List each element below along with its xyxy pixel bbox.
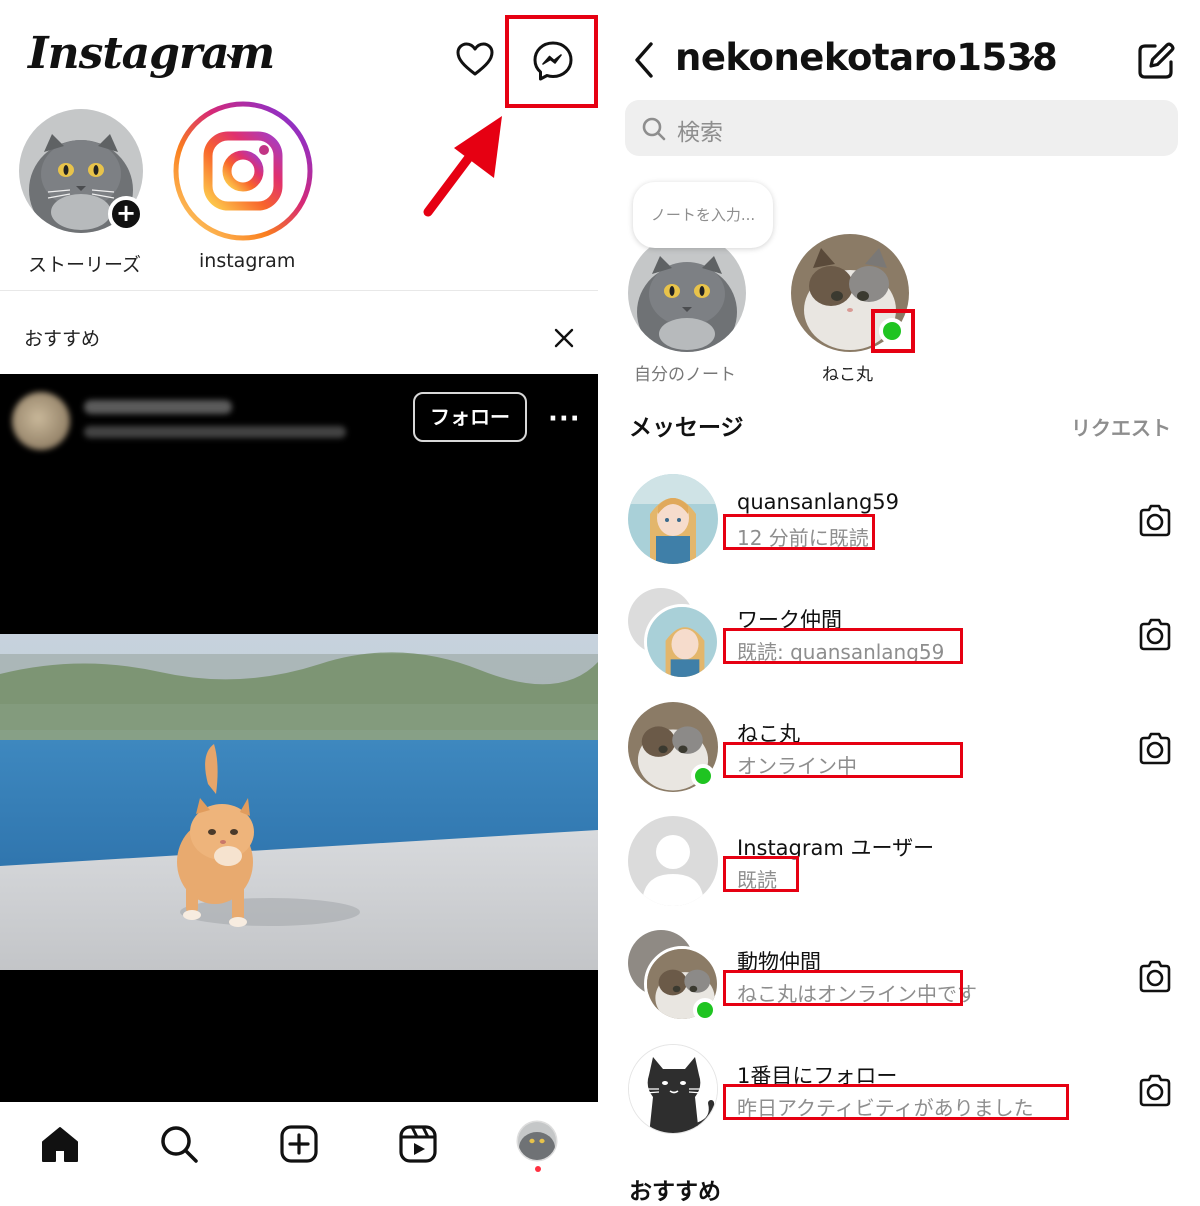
instagram-logo-icon: [173, 101, 313, 241]
recommended-label: おすすめ: [24, 328, 101, 350]
camera-icon[interactable]: [1137, 960, 1173, 994]
add-story-icon[interactable]: +: [108, 196, 144, 232]
post-photo-kitten: [0, 634, 598, 970]
heart-icon[interactable]: [455, 40, 495, 80]
search-input[interactable]: 検索: [625, 100, 1178, 156]
profile-avatar[interactable]: [516, 1120, 558, 1162]
camera-icon[interactable]: [1137, 504, 1173, 538]
thread-row[interactable]: ねこ丸 オンライン中: [603, 690, 1200, 804]
avatar: [628, 816, 718, 906]
gray-cat-photo: [628, 234, 746, 352]
bottom-nav: [0, 1102, 598, 1206]
thread-row[interactable]: quansanlang59 12 分前に既読: [603, 462, 1200, 576]
my-note-label: 自分のノート: [634, 365, 736, 385]
blurred-caption: [84, 426, 346, 438]
requests-link[interactable]: リクエスト: [1071, 412, 1171, 441]
chevron-down-icon[interactable]: [1017, 50, 1037, 70]
blurred-username: [84, 400, 232, 414]
create-post-icon[interactable]: [277, 1122, 321, 1166]
camera-icon[interactable]: [1137, 1074, 1173, 1108]
story-label: instagram: [199, 250, 296, 272]
suggested-heading: おすすめ: [629, 1179, 721, 1205]
home-icon[interactable]: [38, 1122, 82, 1166]
notification-dot: [535, 1166, 541, 1172]
avatar: [628, 1044, 718, 1134]
status-highlight-box: [723, 970, 963, 1006]
direct-messages-screen: nekonekotaro1538 検索 ノートを入力... 自分のノート ねこ丸…: [603, 0, 1200, 1206]
divider: [0, 290, 598, 291]
thread-row[interactable]: ワーク仲間 既読: quansanlang59: [603, 576, 1200, 690]
status-highlight-box: [723, 1084, 1069, 1120]
note-input-bubble[interactable]: ノートを入力...: [633, 182, 773, 248]
feed-post[interactable]: フォロー ···: [0, 374, 598, 1102]
thread-row[interactable]: 動物仲間 ねこ丸はオンライン中です: [603, 918, 1200, 1032]
compose-icon[interactable]: [1135, 40, 1177, 82]
avatar: +: [18, 108, 144, 234]
reels-icon[interactable]: [396, 1122, 440, 1166]
my-note-avatar[interactable]: [628, 234, 746, 352]
close-icon[interactable]: [552, 326, 576, 350]
red-arrow-annotation: [423, 116, 502, 217]
online-indicator-highlight: [871, 309, 915, 353]
anime-girl-avatar: [647, 607, 717, 677]
search-icon: [642, 117, 666, 141]
story-label: ストーリーズ: [28, 254, 142, 276]
search-icon[interactable]: [157, 1122, 201, 1166]
instagram-feed-screen: Instagram + ストーリーズ instagram おすすめ フォロー ·…: [0, 0, 598, 1206]
status-highlight-box: [723, 628, 963, 664]
status-highlight-box: [723, 856, 799, 892]
status-highlight-box: [723, 514, 875, 550]
friend-note-label: ねこ丸: [822, 365, 873, 385]
messenger-highlight-box: [505, 15, 598, 108]
camera-icon[interactable]: [1137, 618, 1173, 652]
more-options-icon[interactable]: ···: [548, 404, 581, 434]
account-name[interactable]: nekonekotaro1538: [675, 36, 1058, 79]
back-chevron-icon[interactable]: [629, 40, 659, 80]
camera-icon[interactable]: [1137, 732, 1173, 766]
thread-row[interactable]: Instagram ユーザー 既読: [603, 804, 1200, 918]
follow-button[interactable]: フォロー: [413, 392, 527, 442]
story-your-story[interactable]: + ストーリーズ: [18, 108, 144, 276]
messages-heading: メッセージ: [629, 415, 744, 441]
black-cat-illustration: [629, 1045, 717, 1133]
online-indicator-icon: [691, 764, 715, 788]
group-avatar-front: [644, 604, 720, 680]
default-user-icon: [628, 816, 718, 906]
anime-girl-avatar: [628, 474, 718, 564]
online-indicator-icon: [693, 998, 717, 1022]
status-highlight-box: [723, 742, 963, 778]
group-avatar: [628, 588, 720, 680]
post-author-avatar[interactable]: [12, 392, 70, 450]
thread-name: quansanlang59: [737, 490, 900, 514]
story-instagram[interactable]: instagram: [172, 100, 314, 272]
search-placeholder: 検索: [677, 120, 723, 146]
avatar: [628, 474, 718, 564]
chevron-down-icon[interactable]: [224, 48, 244, 68]
thread-row[interactable]: 1番目にフォロー 昨日アクティビティがありました: [603, 1032, 1200, 1146]
